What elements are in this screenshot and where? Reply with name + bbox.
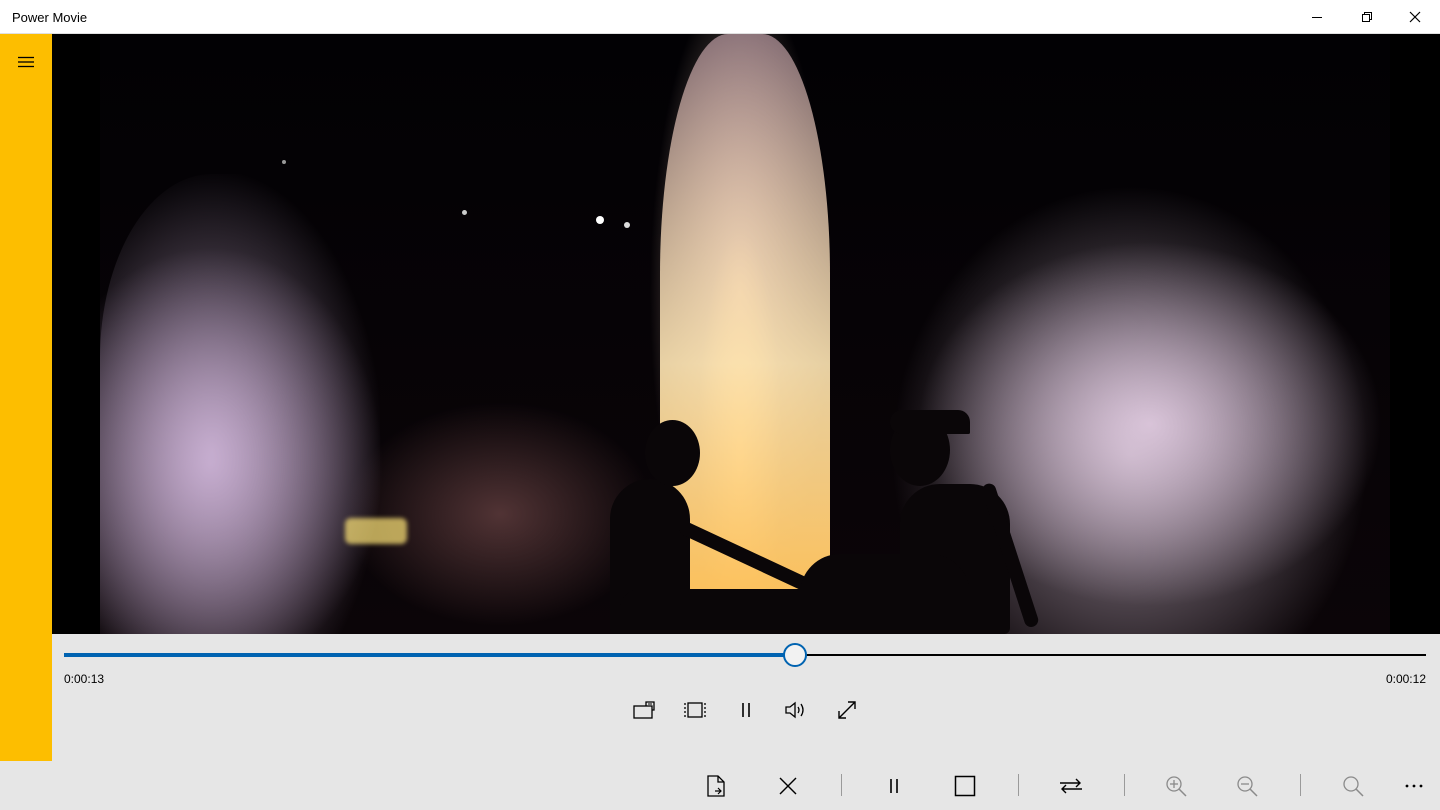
city-light	[345, 518, 407, 544]
zoom-in-icon	[1166, 776, 1187, 797]
cast-button[interactable]	[624, 692, 664, 728]
close-icon	[1409, 11, 1421, 23]
video-frame	[100, 34, 1390, 634]
search-icon	[1343, 776, 1364, 797]
separator	[1300, 774, 1301, 796]
zoom-out-icon	[1237, 776, 1258, 797]
restore-icon	[1362, 12, 1372, 22]
menu-button[interactable]	[14, 52, 38, 72]
minimize-icon	[1312, 17, 1322, 18]
more-button[interactable]	[1388, 765, 1440, 807]
stop-button[interactable]	[939, 765, 991, 807]
person-right-cap	[890, 410, 970, 434]
bar-pause-button[interactable]	[868, 765, 920, 807]
fountain-left	[100, 174, 380, 634]
volume-icon	[785, 701, 804, 719]
zoom-out-button[interactable]	[1221, 765, 1273, 807]
bottom-app-bar	[0, 761, 1440, 810]
elapsed-time: 0:00:13	[64, 672, 105, 686]
person-right-legs	[800, 554, 970, 634]
open-file-icon	[707, 775, 725, 797]
separator	[1124, 774, 1125, 796]
hamburger-icon	[18, 56, 34, 68]
person-left-head	[645, 420, 700, 486]
minimize-button[interactable]	[1294, 0, 1340, 34]
fullscreen-icon	[838, 701, 856, 719]
open-file-button[interactable]	[690, 765, 742, 807]
close-file-button[interactable]	[762, 765, 814, 807]
pause-icon	[742, 703, 750, 717]
seek-thumb[interactable]	[783, 643, 807, 667]
aspect-ratio-button[interactable]	[675, 692, 715, 728]
app-title: Power Movie	[12, 10, 88, 25]
sidebar	[0, 34, 52, 761]
stop-icon	[954, 775, 976, 797]
player-controls: 0:00:13 0:00:12	[52, 634, 1440, 761]
fullscreen-button[interactable]	[827, 692, 867, 728]
light-dot	[282, 160, 286, 164]
video-viewport[interactable]	[52, 34, 1440, 634]
light-dot	[596, 216, 604, 224]
aspect-ratio-icon	[684, 702, 706, 718]
zoom-in-button[interactable]	[1150, 765, 1202, 807]
close-button[interactable]	[1392, 0, 1438, 34]
separator	[1018, 774, 1019, 796]
seek-progress	[64, 653, 795, 657]
person-left-legs	[620, 589, 820, 634]
repeat-icon	[1060, 778, 1082, 794]
light-dot	[624, 222, 630, 228]
restore-button[interactable]	[1344, 0, 1390, 34]
title-bar: Power Movie	[0, 0, 1440, 34]
volume-button[interactable]	[776, 692, 816, 728]
separator	[841, 774, 842, 796]
close-icon	[779, 777, 797, 795]
pause-button[interactable]	[726, 692, 766, 728]
search-button[interactable]	[1327, 765, 1379, 807]
remaining-time: 0:00:12	[1385, 672, 1426, 686]
more-icon	[1405, 784, 1423, 788]
cast-icon	[633, 701, 655, 719]
light-dot	[462, 210, 467, 215]
pause-icon	[890, 779, 898, 793]
repeat-button[interactable]	[1045, 765, 1097, 807]
